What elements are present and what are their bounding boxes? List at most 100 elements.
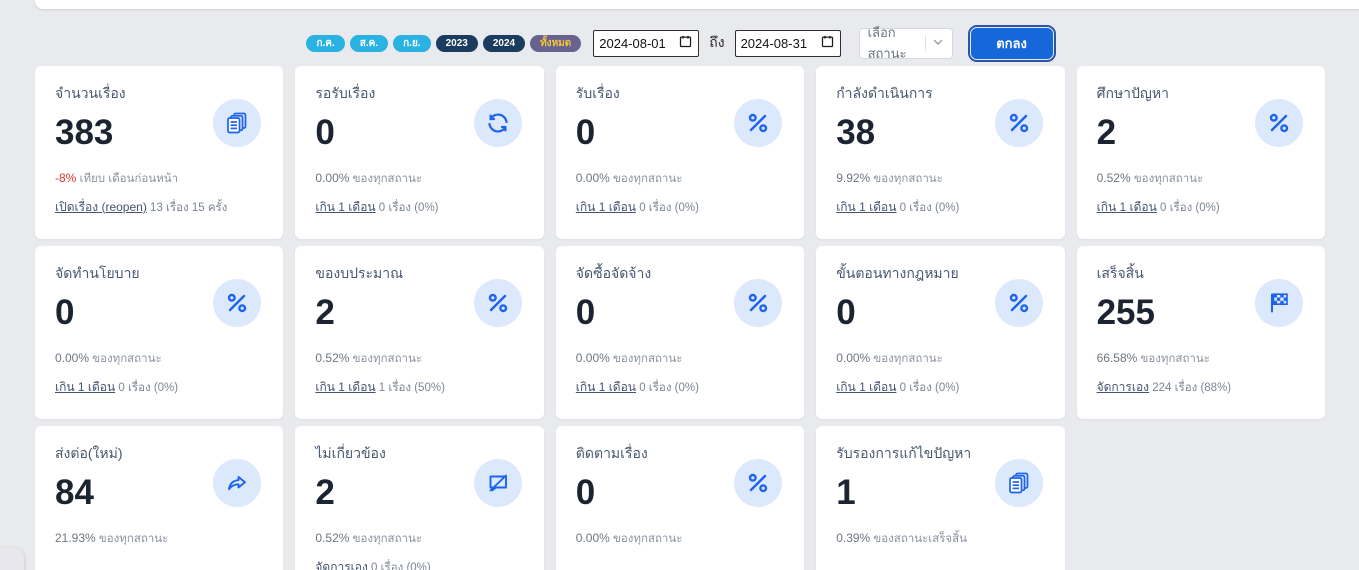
card-link-line: เกิน 1 เดือน 0 เรื่อง (0%): [576, 378, 784, 397]
calendar-icon[interactable]: [820, 34, 835, 52]
card-link[interactable]: เกิน 1 เดือน: [836, 200, 896, 214]
date-to-input[interactable]: 2024-08-31: [735, 30, 841, 57]
card-stat-line: 0.00% ของทุกสถานะ: [315, 170, 523, 188]
stat-value: 0.00%: [576, 171, 610, 185]
stat-card: ขั้นตอนทางกฎหมาย00.00% ของทุกสถานะเกิน 1…: [816, 246, 1064, 419]
card-link-line: จัดการเอง 224 เรื่อง (88%): [1097, 378, 1305, 397]
status-select-placeholder: เลือกสถานะ: [868, 22, 919, 64]
stat-value: 0.52%: [315, 351, 349, 365]
stat-suffix: ของทุกสถานะ: [610, 173, 683, 185]
stat-value: 0.00%: [576, 531, 610, 545]
card-stat-line: 66.58% ของทุกสถานะ: [1097, 350, 1305, 368]
chevron-down-icon: [932, 36, 944, 51]
stat-card: จำนวนเรื่อง383-8% เทียบ เดือนก่อนหน้าเปิ…: [35, 66, 283, 239]
header-panel-bottom-edge: [35, 0, 1359, 9]
stat-card: ศึกษาปัญหา20.52% ของทุกสถานะเกิน 1 เดือน…: [1077, 66, 1325, 239]
stat-value: 0.39%: [836, 531, 870, 545]
date-from-input[interactable]: 2024-08-01: [593, 30, 699, 57]
stat-card: กำลังดำเนินการ389.92% ของทุกสถานะเกิน 1 …: [816, 66, 1064, 239]
card-link[interactable]: เกิน 1 เดือน: [836, 380, 896, 394]
card-link[interactable]: เกิน 1 เดือน: [1097, 200, 1157, 214]
card-link[interactable]: จัดการเอง: [1097, 380, 1149, 394]
percent-icon: [734, 279, 782, 327]
filter-pill[interactable]: ก.ค.: [306, 35, 344, 52]
percent-icon: [734, 459, 782, 507]
stat-card: ไม่เกี่ยวข้อง20.52% ของทุกสถานะจัดการเอง…: [295, 426, 543, 570]
stat-suffix: ของทุกสถานะ: [610, 353, 683, 365]
card-stat-line: 9.92% ของทุกสถานะ: [836, 170, 1044, 188]
documents-icon: [995, 459, 1043, 507]
stat-suffix: ของทุกสถานะ: [349, 353, 422, 365]
card-link-suffix: 0 เรื่อง (0%): [368, 562, 431, 570]
card-link-suffix: 0 เรื่อง (0%): [636, 202, 699, 214]
stat-value: 66.58%: [1097, 351, 1138, 365]
stat-value: 0.52%: [1097, 171, 1131, 185]
card-link[interactable]: เกิน 1 เดือน: [315, 200, 375, 214]
percent-icon: [995, 99, 1043, 147]
card-link-suffix: 0 เรื่อง (0%): [896, 202, 959, 214]
chat-off-icon: [474, 459, 522, 507]
date-to-value: 2024-08-31: [741, 36, 816, 51]
submit-button[interactable]: ตกลง: [971, 28, 1053, 59]
card-link-suffix: 0 เรื่อง (0%): [1157, 202, 1220, 214]
card-link[interactable]: จัดการเอง: [315, 560, 367, 570]
stat-suffix: ของสถานะเสร็จสิ้น: [870, 533, 967, 545]
card-link[interactable]: เกิน 1 เดือน: [576, 380, 636, 394]
card-link[interactable]: เกิน 1 เดือน: [576, 200, 636, 214]
card-link[interactable]: เปิดเรื่อง (reopen): [55, 200, 147, 214]
bottom-left-widget[interactable]: [0, 548, 24, 570]
card-stat-line: 0.00% ของทุกสถานะ: [55, 350, 263, 368]
card-link-suffix: 0 เรื่อง (0%): [896, 382, 959, 394]
card-stat-line: 0.39% ของสถานะเสร็จสิ้น: [836, 530, 1044, 548]
card-stat-line: 0.00% ของทุกสถานะ: [836, 350, 1044, 368]
percent-icon: [995, 279, 1043, 327]
card-link-suffix: 13 เรื่อง 15 ครั้ง: [147, 202, 227, 214]
percent-icon: [734, 99, 782, 147]
stat-card: ติดตามเรื่อง00.00% ของทุกสถานะ: [556, 426, 804, 570]
card-link-line: เกิน 1 เดือน 0 เรื่อง (0%): [836, 378, 1044, 397]
card-link-suffix: 0 เรื่อง (0%): [115, 382, 178, 394]
percent-icon: [474, 279, 522, 327]
date-range-to-label: ถึง: [707, 32, 726, 54]
stat-value: 0.00%: [315, 171, 349, 185]
card-link-line: เกิน 1 เดือน 0 เรื่อง (0%): [576, 198, 784, 217]
card-link[interactable]: เกิน 1 เดือน: [315, 380, 375, 394]
card-link-suffix: 0 เรื่อง (0%): [636, 382, 699, 394]
filter-pill[interactable]: ส.ค.: [350, 35, 388, 52]
stat-suffix: ของทุกสถานะ: [349, 173, 422, 185]
stat-suffix: ของทุกสถานะ: [1131, 173, 1204, 185]
card-link-line: จัดการเอง 0 เรื่อง (0%): [315, 558, 523, 570]
filter-pill[interactable]: 2023: [436, 35, 478, 52]
stat-suffix: ของทุกสถานะ: [349, 533, 422, 545]
card-link-line: เกิน 1 เดือน 0 เรื่อง (0%): [55, 378, 263, 397]
stat-card: จัดทำนโยบาย00.00% ของทุกสถานะเกิน 1 เดือ…: [35, 246, 283, 419]
filter-pill[interactable]: 2024: [483, 35, 525, 52]
card-link-line: เปิดเรื่อง (reopen) 13 เรื่อง 15 ครั้ง: [55, 198, 263, 217]
status-select[interactable]: เลือกสถานะ: [859, 28, 953, 59]
stat-suffix: ของทุกสถานะ: [610, 533, 683, 545]
filter-pill[interactable]: ก.ย.: [393, 35, 430, 52]
stat-suffix: ของทุกสถานะ: [870, 353, 943, 365]
stat-suffix: ของทุกสถานะ: [1137, 353, 1210, 365]
filter-bar: ก.ค. ส.ค. ก.ย. 2023 2024 ทั้งหมด 2024-08-01 ถ…: [0, 24, 1359, 62]
filter-pills: ก.ค. ส.ค. ก.ย. 2023 2024 ทั้งหมด: [306, 35, 581, 52]
card-link-suffix: 224 เรื่อง (88%): [1149, 382, 1231, 394]
card-stat-line: -8% เทียบ เดือนก่อนหน้า: [55, 170, 263, 188]
stat-card: ของบประมาณ20.52% ของทุกสถานะเกิน 1 เดือน…: [295, 246, 543, 419]
filter-pill[interactable]: ทั้งหมด: [530, 35, 581, 52]
stat-suffix: ของทุกสถานะ: [870, 173, 943, 185]
card-link[interactable]: เกิน 1 เดือน: [55, 380, 115, 394]
stat-value: -8%: [55, 171, 76, 185]
percent-icon: [1255, 99, 1303, 147]
stat-value: 21.93%: [55, 531, 96, 545]
card-stat-line: 0.00% ของทุกสถานะ: [576, 530, 784, 548]
stat-suffix: ของทุกสถานะ: [89, 353, 162, 365]
cards-grid: จำนวนเรื่อง383-8% เทียบ เดือนก่อนหน้าเปิ…: [35, 66, 1325, 570]
card-stat-line: 0.52% ของทุกสถานะ: [1097, 170, 1305, 188]
stat-suffix: ของทุกสถานะ: [96, 533, 169, 545]
stat-card: รอรับเรื่อง00.00% ของทุกสถานะเกิน 1 เดือ…: [295, 66, 543, 239]
calendar-icon[interactable]: [678, 34, 693, 52]
stat-value: 0.52%: [315, 531, 349, 545]
stat-value: 0.00%: [576, 351, 610, 365]
card-link-suffix: 1 เรื่อง (50%): [376, 382, 445, 394]
